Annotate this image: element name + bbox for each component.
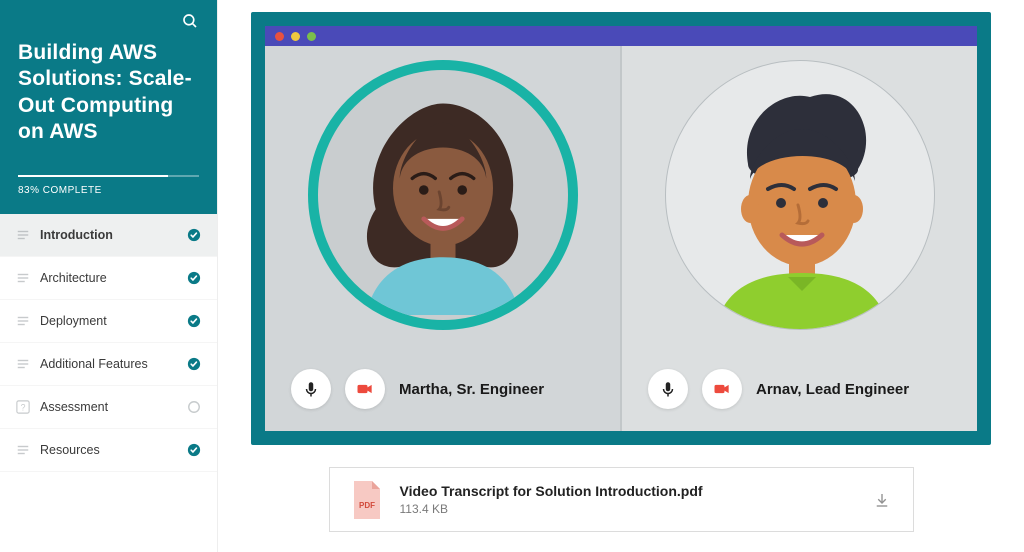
pdf-icon: PDF	[352, 481, 382, 519]
svg-text:?: ?	[21, 403, 26, 413]
sidebar: Building AWS Solutions: Scale-Out Comput…	[0, 0, 218, 552]
nav: Introduction Architecture Deployment Additi…	[0, 214, 217, 552]
pdf-badge-text: PDF	[359, 501, 375, 510]
attachment-size: 113.4 KB	[400, 502, 855, 516]
progress-label: 83% COMPLETE	[18, 185, 199, 196]
nav-item-introduction[interactable]: Introduction	[0, 214, 217, 257]
status-complete-icon	[187, 271, 201, 285]
status-complete-icon	[187, 314, 201, 328]
mic-button[interactable]	[291, 369, 331, 409]
list-icon	[16, 228, 30, 242]
nav-item-architecture[interactable]: Architecture	[0, 257, 217, 300]
progress-fill	[18, 175, 168, 177]
person-label-arnav: Arnav, Lead Engineer	[756, 381, 909, 398]
attachment-name: Video Transcript for Solution Introducti…	[400, 483, 855, 499]
list-icon	[16, 357, 30, 371]
nav-item-deployment[interactable]: Deployment	[0, 300, 217, 343]
traffic-light-dot	[291, 32, 300, 41]
nav-item-label: Resources	[40, 443, 100, 457]
attachment-text: Video Transcript for Solution Introducti…	[400, 483, 855, 516]
mic-button[interactable]	[648, 369, 688, 409]
nav-item-assessment[interactable]: ? Assessment	[0, 386, 217, 429]
progress: 83% COMPLETE	[18, 175, 199, 196]
controls-arnav: Arnav, Lead Engineer	[622, 369, 977, 409]
person-label-martha: Martha, Sr. Engineer	[399, 381, 544, 398]
avatar-martha	[308, 60, 578, 330]
list-icon	[16, 443, 30, 457]
pane-martha: Martha, Sr. Engineer	[265, 46, 620, 431]
download-icon[interactable]	[873, 491, 891, 509]
avatar-arnav	[665, 60, 935, 330]
main: Martha, Sr. Engineer	[218, 0, 1024, 552]
nav-item-label: Assessment	[40, 400, 108, 414]
traffic-light-dot	[307, 32, 316, 41]
list-icon	[16, 314, 30, 328]
traffic-light-dot	[275, 32, 284, 41]
status-complete-icon	[187, 228, 201, 242]
list-icon	[16, 271, 30, 285]
controls-martha: Martha, Sr. Engineer	[265, 369, 620, 409]
course-title: Building AWS Solutions: Scale-Out Comput…	[18, 40, 199, 145]
video-frame: Martha, Sr. Engineer	[251, 12, 991, 445]
window-titlebar	[265, 26, 977, 46]
nav-item-label: Additional Features	[40, 357, 148, 371]
nav-item-resources[interactable]: Resources	[0, 429, 217, 472]
camera-button[interactable]	[345, 369, 385, 409]
status-incomplete-icon	[187, 400, 201, 414]
attachment-card[interactable]: PDF Video Transcript for Solution Introd…	[329, 467, 914, 532]
nav-item-label: Architecture	[40, 271, 107, 285]
video-panes: Martha, Sr. Engineer	[265, 46, 977, 431]
nav-item-additional-features[interactable]: Additional Features	[0, 343, 217, 386]
search-icon[interactable]	[181, 12, 199, 30]
question-icon: ?	[16, 400, 30, 414]
nav-item-label: Deployment	[40, 314, 107, 328]
status-complete-icon	[187, 357, 201, 371]
sidebar-header: Building AWS Solutions: Scale-Out Comput…	[0, 0, 217, 214]
camera-button[interactable]	[702, 369, 742, 409]
pane-arnav: Arnav, Lead Engineer	[620, 46, 977, 431]
nav-item-label: Introduction	[40, 228, 113, 242]
status-complete-icon	[187, 443, 201, 457]
